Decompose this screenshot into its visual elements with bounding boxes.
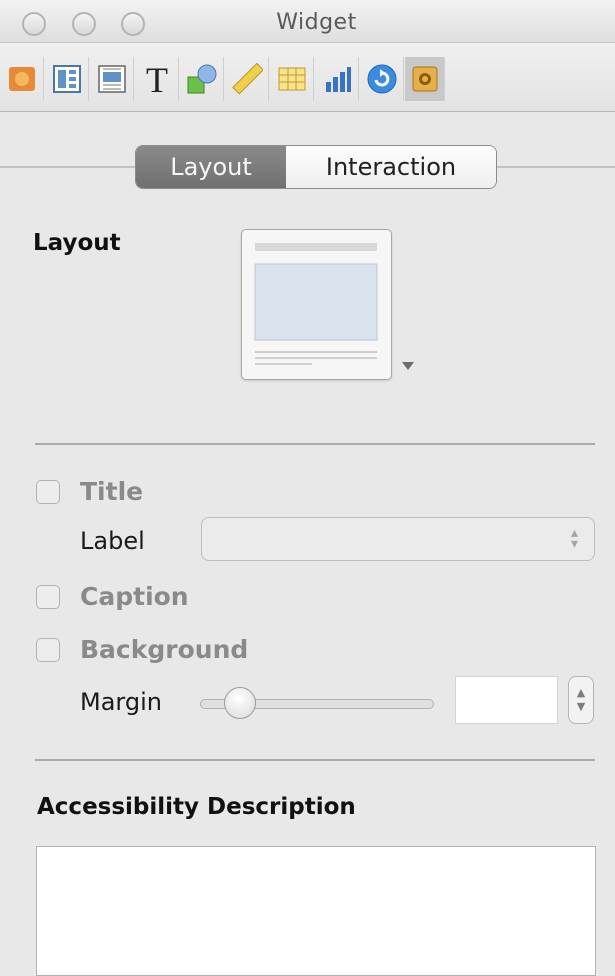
- popup-arrows-icon: ▴ ▾: [570, 525, 578, 552]
- tab-layout[interactable]: Layout: [136, 146, 286, 188]
- caption-checkbox[interactable]: [36, 584, 60, 609]
- title-checkbox-label: Title: [80, 477, 144, 506]
- layout-dropdown-arrow-icon[interactable]: [402, 362, 414, 370]
- text-icon: T: [146, 62, 168, 96]
- layout-preview-icon: [254, 243, 378, 365]
- svg-text:T: T: [146, 62, 168, 96]
- chart-icon: [325, 67, 351, 92]
- inspector-tabs: Layout Interaction: [135, 145, 497, 189]
- metrics-ruler-inspector-button[interactable]: [225, 57, 269, 101]
- graphic-icon: [187, 64, 216, 94]
- caption-checkbox-label: Caption: [80, 582, 189, 611]
- link-inspector-button[interactable]: [360, 57, 404, 101]
- text-inspector-button[interactable]: T: [135, 57, 179, 101]
- title-bar: Widget: [0, 0, 615, 43]
- accessibility-description-field[interactable]: [36, 846, 596, 976]
- inspector-toolbar: T: [0, 43, 615, 112]
- layout-heading: Layout: [33, 230, 121, 256]
- caption-option: Caption: [36, 582, 189, 611]
- metrics-icon: [52, 65, 81, 93]
- margin-slider-knob[interactable]: [224, 687, 257, 719]
- section-divider: [35, 443, 595, 445]
- tab-interaction[interactable]: Interaction: [286, 146, 496, 188]
- layout-picker[interactable]: [241, 229, 392, 380]
- background-checkbox[interactable]: [36, 637, 60, 662]
- window-title: Widget: [276, 10, 357, 35]
- accessibility-heading: Accessibility Description: [37, 794, 356, 820]
- label-field-label: Label: [80, 527, 145, 555]
- graphic-inspector-button[interactable]: [180, 57, 224, 101]
- title-checkbox[interactable]: [36, 479, 60, 504]
- widget-inspector-button[interactable]: [405, 57, 445, 101]
- wrap-inspector-button[interactable]: [90, 57, 134, 101]
- link-icon: [367, 64, 396, 94]
- document-inspector-button[interactable]: [0, 57, 44, 101]
- background-option: Background: [36, 635, 248, 664]
- ruler-icon: [231, 63, 263, 95]
- margin-stepper[interactable]: ▲ ▼: [568, 676, 594, 724]
- margin-value-field[interactable]: [455, 676, 558, 724]
- chart-inspector-button[interactable]: [315, 57, 359, 101]
- background-checkbox-label: Background: [80, 635, 249, 664]
- document-icon: [8, 67, 35, 91]
- table-inspector-button[interactable]: [270, 57, 314, 101]
- table-icon: [278, 67, 305, 91]
- title-option: Title: [36, 477, 143, 506]
- stepper-down-icon[interactable]: ▼: [577, 700, 585, 714]
- wrap-icon: [97, 65, 126, 93]
- stepper-up-icon[interactable]: ▲: [577, 686, 585, 700]
- label-popup[interactable]: ▴ ▾: [201, 517, 595, 561]
- widget-icon: [412, 66, 437, 92]
- section-divider: [35, 759, 595, 761]
- margin-label: Margin: [80, 688, 162, 716]
- metrics-inspector-button[interactable]: [45, 57, 89, 101]
